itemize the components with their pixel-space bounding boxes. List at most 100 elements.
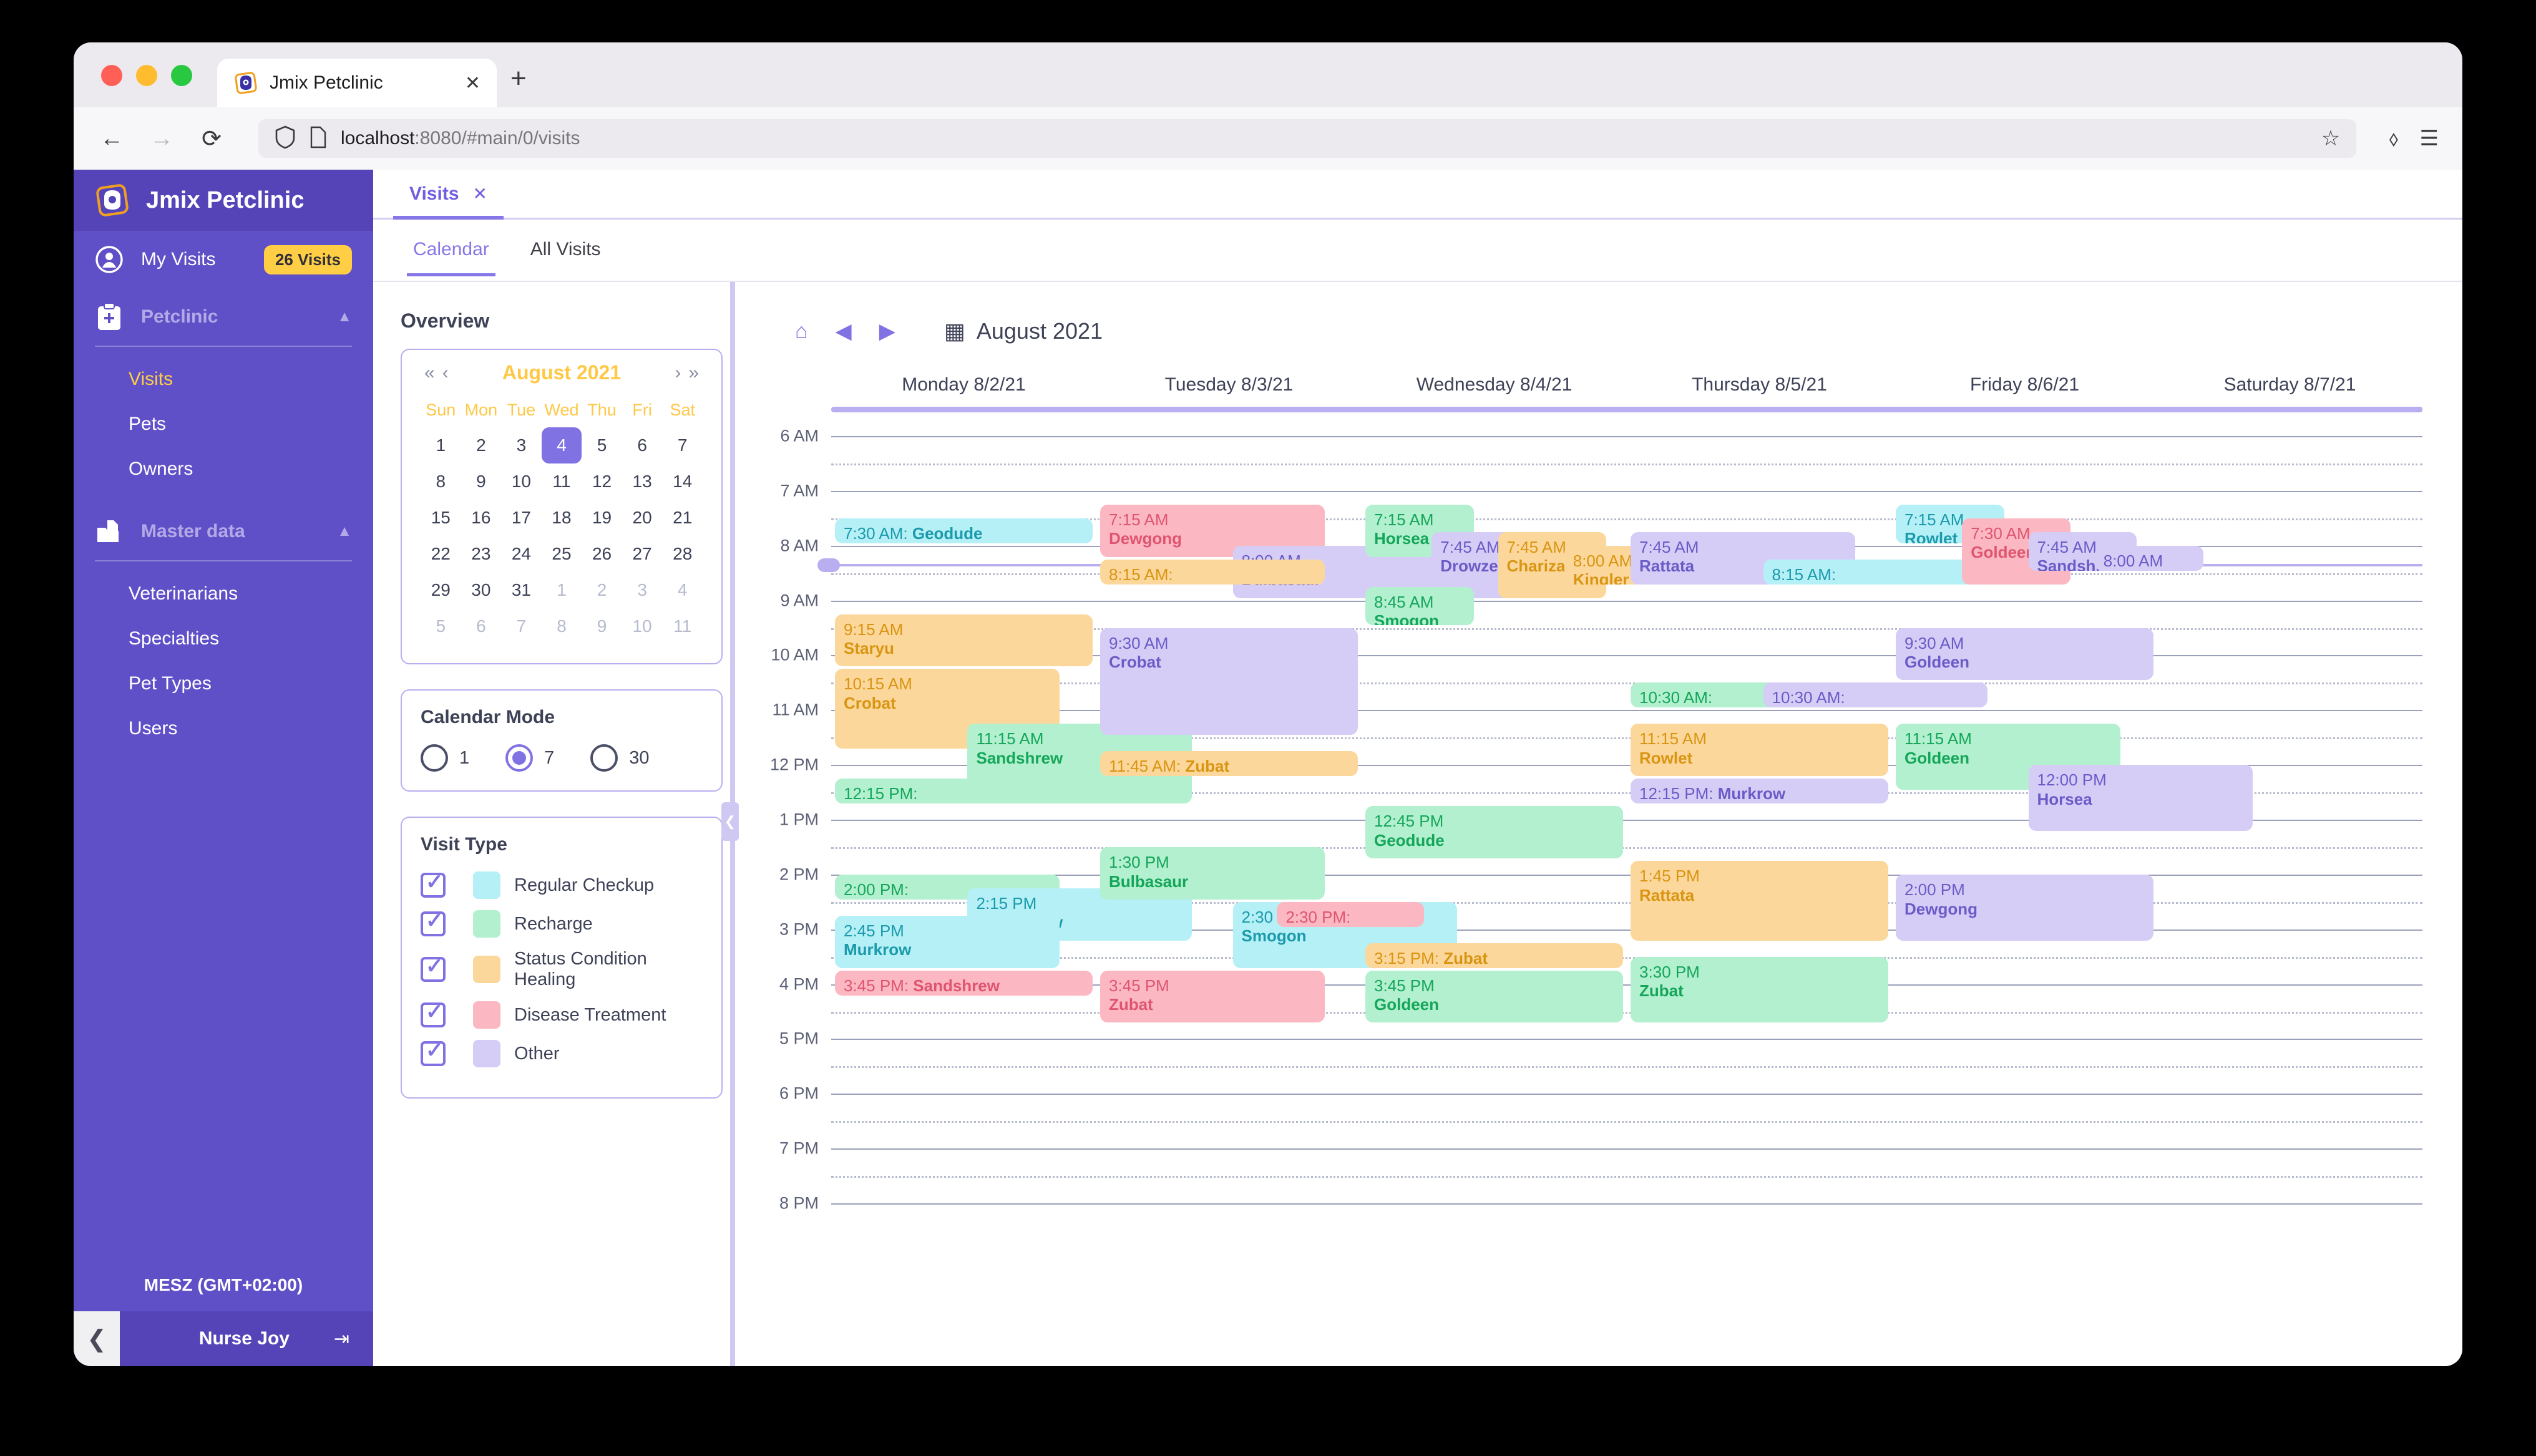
datepicker-day[interactable]: 26 <box>582 536 622 572</box>
close-icon[interactable]: ✕ <box>465 72 480 94</box>
datepicker-day[interactable]: 15 <box>421 500 461 536</box>
tab-calendar[interactable]: Calendar <box>407 239 495 276</box>
sidebar-group-petclinic[interactable]: Petclinic ▲ <box>74 288 373 346</box>
datepicker-day[interactable]: 5 <box>421 608 461 644</box>
datepicker-day[interactable]: 27 <box>622 536 663 572</box>
calendar-event[interactable]: 11:45 AM: Zubat <box>1100 751 1358 777</box>
calendar-event[interactable]: 7:30 AM: Geodude <box>835 518 1093 543</box>
chevron-up-icon[interactable]: ▲ <box>337 523 352 540</box>
calendar-event[interactable]: 11:15 AM Rowlet <box>1631 724 1888 777</box>
datepicker-day[interactable]: 2 <box>582 572 622 608</box>
datepicker-day[interactable]: 8 <box>542 608 582 644</box>
datepicker-day[interactable]: 8 <box>421 463 461 500</box>
new-tab-button[interactable]: + <box>510 65 527 107</box>
datepicker-day[interactable]: 24 <box>501 536 542 572</box>
calendar-mode-radio[interactable] <box>505 744 534 772</box>
datepicker-day[interactable]: 10 <box>622 608 663 644</box>
calendar-event[interactable]: 9:30 AM Crobat <box>1100 628 1358 735</box>
visit-type-row[interactable]: Recharge <box>421 908 703 938</box>
visit-type-checkbox[interactable] <box>421 908 446 936</box>
calendar-event[interactable]: 1:45 PM Rattata <box>1631 860 1888 941</box>
datepicker-grid[interactable]: Sun Mon Tue Wed Thu Fri Sat 1 2 3 4 5 6 7 8 9 10 11 12 13 14… <box>421 393 703 644</box>
datepicker-day[interactable]: 18 <box>542 500 582 536</box>
datepicker-day[interactable]: 10 <box>501 463 542 500</box>
datepicker-day[interactable]: 16 <box>461 500 502 536</box>
datepicker-day[interactable]: 31 <box>501 572 542 608</box>
datepicker-day[interactable]: 22 <box>421 536 461 572</box>
visit-type-checkbox[interactable] <box>421 870 446 898</box>
calendar-event[interactable]: 8:15 AM:Kingler <box>1100 559 1325 585</box>
splitter-handle[interactable]: ❮ <box>721 802 739 842</box>
sidebar-item-owners[interactable]: Owners <box>74 447 373 492</box>
calendar-event[interactable]: 3:15 PM: Zubat <box>1365 943 1623 968</box>
menu-icon[interactable]: ☰ <box>2420 126 2439 151</box>
datepicker-day[interactable]: 19 <box>582 500 622 536</box>
datepicker-day[interactable]: 1 <box>542 572 582 608</box>
logout-icon[interactable]: ⇥ <box>334 1328 349 1350</box>
datepicker-day[interactable]: 7 <box>662 427 703 463</box>
next-week-icon[interactable]: ▶ <box>879 319 895 344</box>
calendar-mode-options[interactable]: 1 7 30 <box>421 744 703 772</box>
browser-tab[interactable]: Jmix Petclinic ✕ <box>217 59 497 107</box>
address-bar[interactable]: localhost:8080/#main/0/visits ☆ <box>258 119 2357 158</box>
datepicker-day[interactable]: 1 <box>421 427 461 463</box>
calendar-event[interactable]: 2:00 PM Dewgong <box>1895 874 2153 941</box>
calendar-event[interactable]: 8:00 AMSandshrew <box>2094 545 2203 571</box>
back-button[interactable]: ← <box>97 125 126 152</box>
datepicker-day[interactable]: 13 <box>622 463 663 500</box>
sidebar-item-specialties[interactable]: Specialties <box>74 616 373 661</box>
close-window-button[interactable] <box>101 65 122 86</box>
datepicker-day[interactable]: 30 <box>461 572 502 608</box>
home-icon[interactable]: ⌂ <box>795 319 808 344</box>
datepicker-day[interactable]: 29 <box>421 572 461 608</box>
calendar-event[interactable]: 12:45 PM Geodude <box>1365 806 1623 858</box>
calendar-event[interactable]: 3:30 PM Zubat <box>1631 956 1888 1023</box>
calendar-event[interactable]: 10:30 AM:Smogon <box>1763 682 1988 708</box>
days-area[interactable]: 7:30 AM: Geodude 9:15 AM Staryu 10:15 AM Cro… <box>817 421 2422 1366</box>
visit-type-row[interactable]: Regular Checkup <box>421 870 703 899</box>
sidebar-item-users[interactable]: Users <box>74 706 373 751</box>
sidebar-item-visits[interactable]: Visits <box>74 357 373 402</box>
visit-type-row[interactable]: Status Condition Healing <box>421 949 703 990</box>
datepicker-day[interactable]: 3 <box>501 427 542 463</box>
sidebar-item-pets[interactable]: Pets <box>74 402 373 447</box>
window-controls[interactable] <box>92 65 203 107</box>
datepicker-day[interactable]: 17 <box>501 500 542 536</box>
calendar-event[interactable]: 8:15 AM:Goldeen <box>1763 559 1988 585</box>
visit-type-row[interactable]: Other <box>421 1038 703 1067</box>
datepicker-day[interactable]: 6 <box>461 608 502 644</box>
datepicker-day[interactable]: 2 <box>461 427 502 463</box>
datepicker-day[interactable]: 9 <box>461 463 502 500</box>
datepicker-day[interactable]: 3 <box>622 572 663 608</box>
calendar-event[interactable]: 2:45 PM Murkrow <box>835 915 1060 968</box>
calendar-event[interactable]: 8:45 AM Smogon <box>1365 586 1474 626</box>
calendar-event[interactable]: 12:15 PM: Murkrow <box>1631 779 1888 804</box>
panel-splitter[interactable]: ❮ <box>721 282 739 1366</box>
next-year-button[interactable]: » <box>685 362 703 384</box>
datepicker-day[interactable]: 4 <box>541 427 582 463</box>
datepicker-day[interactable]: 7 <box>501 608 542 644</box>
datepicker-day[interactable]: 23 <box>461 536 502 572</box>
datepicker-day[interactable]: 11 <box>662 608 703 644</box>
next-month-button[interactable]: › <box>671 362 685 384</box>
pocket-icon[interactable]: ⬨ <box>2389 127 2398 151</box>
view-tab-visits[interactable]: Visits ✕ <box>393 170 504 220</box>
visit-type-checkbox[interactable] <box>421 954 446 982</box>
prev-week-icon[interactable]: ◀ <box>836 319 852 344</box>
calendar-event[interactable]: 2:30 PM:Goldeen <box>1277 901 1425 927</box>
datepicker-day[interactable]: 6 <box>622 427 663 463</box>
datepicker-day[interactable]: 12 <box>582 463 622 500</box>
datepicker-day[interactable]: 25 <box>542 536 582 572</box>
datepicker-day[interactable]: 5 <box>582 427 622 463</box>
visit-type-row[interactable]: Disease Treatment <box>421 999 703 1029</box>
calendar-event[interactable]: 9:15 AM Staryu <box>835 614 1093 667</box>
datepicker-day[interactable]: 9 <box>582 608 622 644</box>
tab-all-visits[interactable]: All Visits <box>524 239 607 276</box>
chevron-up-icon[interactable]: ▲ <box>337 308 352 326</box>
datepicker-day[interactable]: 20 <box>622 500 663 536</box>
calendar-event[interactable]: 12:00 PM Horsea <box>2028 765 2253 831</box>
calendar-event[interactable]: 1:30 PM Bulbasaur <box>1100 847 1325 900</box>
calendar-mode-radio[interactable] <box>590 744 618 772</box>
sidebar-group-master-data[interactable]: Master data ▲ <box>74 503 373 560</box>
sidebar-item-veterinarians[interactable]: Veterinarians <box>74 571 373 616</box>
